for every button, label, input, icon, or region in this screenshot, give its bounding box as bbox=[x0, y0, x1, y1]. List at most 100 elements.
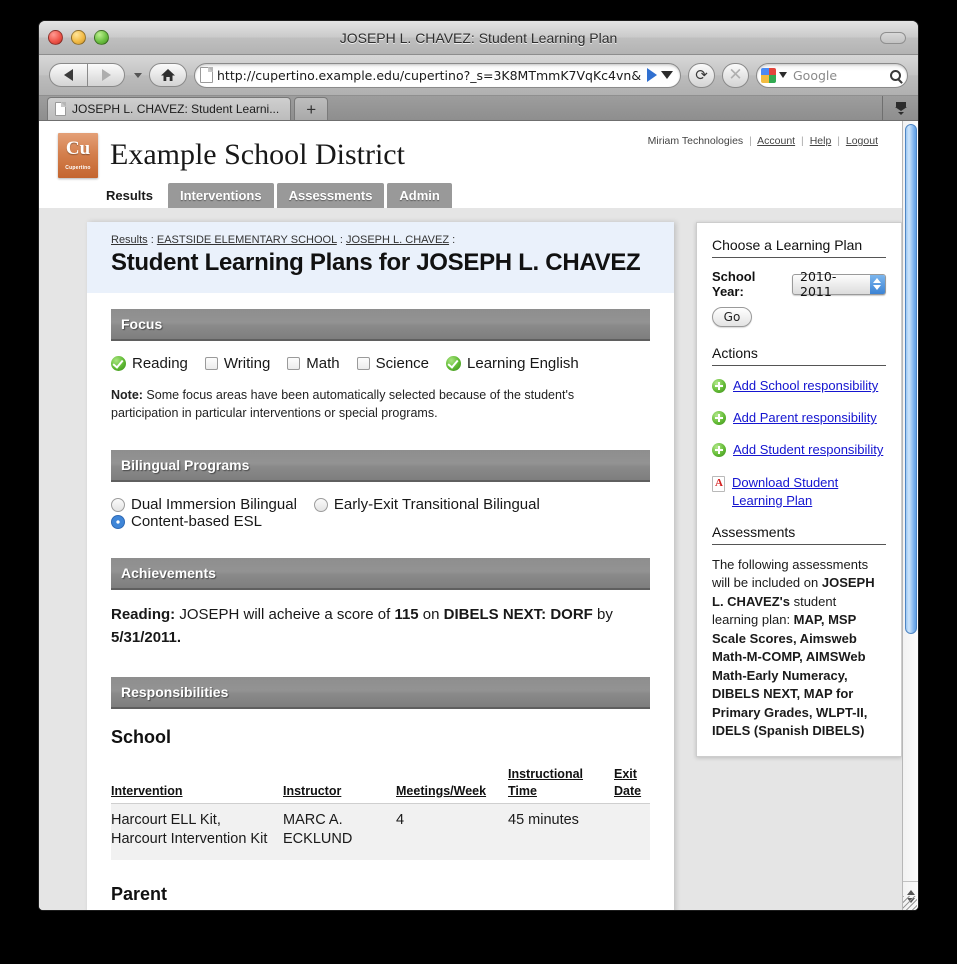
search-input[interactable]: Google bbox=[793, 68, 887, 83]
breadcrumb-school[interactable]: EASTSIDE ELEMENTARY SCHOOL bbox=[157, 234, 337, 246]
bilingual-option-content-based-esl[interactable]: Content-based ESL bbox=[111, 513, 262, 530]
toolbar-toggle-button[interactable] bbox=[880, 32, 906, 44]
bilingual-option-dual-immersion[interactable]: Dual Immersion Bilingual bbox=[111, 496, 297, 513]
account-link[interactable]: Account bbox=[757, 135, 795, 147]
go-button[interactable]: Go bbox=[712, 307, 752, 327]
stop-icon: ✕ bbox=[728, 65, 743, 84]
main-nav: Results Interventions Assessments Admin bbox=[39, 181, 902, 208]
downloads-button[interactable] bbox=[882, 96, 918, 120]
radio-selected-icon bbox=[111, 514, 125, 529]
nav-tab-interventions[interactable]: Interventions bbox=[167, 183, 274, 208]
achievement-subject: Reading: bbox=[111, 606, 176, 624]
tab-title: JOSEPH L. CHAVEZ: Student Learni... bbox=[72, 102, 280, 116]
achievement-score: 115 bbox=[394, 606, 419, 624]
col-intervention[interactable]: Intervention bbox=[111, 766, 283, 804]
scroll-up-icon[interactable] bbox=[906, 890, 915, 895]
main-column: Results : EASTSIDE ELEMENTARY SCHOOL : J… bbox=[87, 222, 674, 910]
action-add-student-responsibility[interactable]: Add Student responsibility bbox=[712, 441, 886, 459]
achievement-statement: Reading: JOSEPH will acheive a score of … bbox=[111, 604, 650, 649]
zoom-button[interactable] bbox=[94, 30, 109, 45]
help-link[interactable]: Help bbox=[810, 135, 832, 147]
forward-button[interactable] bbox=[87, 63, 125, 87]
achievement-text-2: on bbox=[418, 606, 444, 624]
content-columns: Results : EASTSIDE ELEMENTARY SCHOOL : J… bbox=[39, 222, 902, 910]
close-button[interactable] bbox=[48, 30, 63, 45]
logo-abbreviation: Cu bbox=[65, 137, 91, 159]
action-label[interactable]: Add Parent responsibility bbox=[733, 409, 877, 427]
action-label[interactable]: Download Student Learning Plan bbox=[732, 474, 886, 510]
assessments-list: MAP, MSP Scale Scores, Aimsweb Math-M-CO… bbox=[712, 612, 868, 739]
focus-option-math[interactable]: Math bbox=[287, 355, 340, 372]
minimize-button[interactable] bbox=[71, 30, 86, 45]
col-meetings-week[interactable]: Meetings/Week bbox=[396, 766, 508, 804]
responsibilities-parent-heading: Parent bbox=[111, 883, 168, 904]
focus-section-body: Reading Writing Math Science Learning En… bbox=[87, 341, 674, 434]
focus-label-math: Math bbox=[306, 355, 340, 372]
home-button[interactable] bbox=[149, 63, 187, 87]
focus-option-science[interactable]: Science bbox=[356, 355, 429, 372]
focus-label-learning-english: Learning English bbox=[467, 355, 579, 372]
breadcrumb-results[interactable]: Results bbox=[111, 234, 148, 246]
go-arrow-icon[interactable] bbox=[647, 68, 657, 82]
col-exit-date[interactable]: Exit Date bbox=[614, 766, 650, 804]
action-add-parent-responsibility[interactable]: Add Parent responsibility bbox=[712, 409, 886, 427]
plus-circle-icon bbox=[712, 443, 726, 458]
window-controls bbox=[48, 30, 109, 45]
org-name: Miriam Technologies bbox=[647, 135, 744, 147]
nav-tab-admin[interactable]: Admin bbox=[387, 183, 452, 208]
account-separator-3: | bbox=[837, 135, 840, 147]
cell-instructional-time: 45 minutes bbox=[508, 803, 614, 860]
radio-icon bbox=[111, 497, 125, 512]
back-arrow-icon bbox=[64, 69, 73, 81]
window-resize-grip[interactable] bbox=[903, 896, 917, 910]
page-icon bbox=[200, 67, 213, 83]
new-tab-button[interactable]: + bbox=[294, 97, 329, 120]
search-box[interactable]: Google bbox=[756, 62, 908, 88]
logo-caption: Cupertino bbox=[65, 164, 91, 171]
history-dropdown-icon[interactable] bbox=[134, 72, 142, 78]
focus-options: Reading Writing Math Science Learning En… bbox=[111, 355, 650, 372]
page-scrollbar[interactable] bbox=[902, 121, 918, 910]
school-year-select[interactable]: 2010-2011 bbox=[792, 269, 886, 299]
address-bar[interactable]: http://cupertino.example.edu/cupertino?_… bbox=[194, 62, 681, 88]
reload-button[interactable]: ⟳ bbox=[688, 62, 715, 88]
action-label[interactable]: Add School responsibility bbox=[733, 377, 878, 395]
action-download-learning-plan[interactable]: Download Student Learning Plan bbox=[712, 474, 886, 510]
cell-instructor: MARC A. ECKLUND bbox=[283, 803, 396, 860]
account-separator-1: | bbox=[749, 135, 752, 147]
bilingual-options: Dual Immersion Bilingual Early-Exit Tran… bbox=[111, 496, 650, 530]
achievement-assessment: DIBELS NEXT: DORF bbox=[443, 606, 593, 624]
nav-tab-results[interactable]: Results bbox=[94, 183, 165, 208]
col-instructional-time[interactable]: Instructional Time bbox=[508, 766, 614, 804]
logout-link[interactable]: Logout bbox=[846, 135, 878, 147]
bilingual-label-early-exit: Early-Exit Transitional Bilingual bbox=[333, 496, 540, 514]
action-add-school-responsibility[interactable]: Add School responsibility bbox=[712, 377, 886, 395]
url-dropdown-icon[interactable] bbox=[661, 71, 673, 79]
focus-option-reading[interactable]: Reading bbox=[111, 355, 188, 372]
scrollbar-thumb[interactable] bbox=[905, 124, 917, 634]
focus-option-writing[interactable]: Writing bbox=[204, 355, 270, 372]
col-instructor[interactable]: Instructor bbox=[283, 766, 396, 804]
search-engine-dropdown-icon[interactable] bbox=[779, 72, 787, 78]
breadcrumb-student[interactable]: JOSEPH L. CHAVEZ bbox=[346, 234, 449, 246]
checkbox-checked-icon bbox=[111, 356, 126, 371]
browser-window: JOSEPH L. CHAVEZ: Student Learning Plan … bbox=[38, 20, 919, 911]
bilingual-option-early-exit[interactable]: Early-Exit Transitional Bilingual bbox=[313, 496, 540, 514]
focus-note-label: Note: bbox=[111, 388, 143, 402]
table-row: Harcourt ELL Kit, Harcourt Intervention … bbox=[111, 803, 650, 860]
nav-tab-assessments[interactable]: Assessments bbox=[276, 183, 385, 208]
select-stepper-icon bbox=[869, 274, 885, 294]
checkbox-icon bbox=[356, 357, 370, 370]
focus-option-learning-english[interactable]: Learning English bbox=[446, 355, 579, 372]
new-tab-label: + bbox=[306, 99, 317, 119]
section-header-responsibilities: Responsibilities bbox=[111, 677, 650, 710]
back-button[interactable] bbox=[49, 63, 87, 87]
tab-favicon-icon bbox=[55, 102, 66, 116]
browser-tab[interactable]: JOSEPH L. CHAVEZ: Student Learni... bbox=[47, 97, 292, 120]
bilingual-section-body: Dual Immersion Bilingual Early-Exit Tran… bbox=[87, 482, 674, 542]
account-separator-2: | bbox=[801, 135, 804, 147]
action-label[interactable]: Add Student responsibility bbox=[733, 441, 883, 459]
page-content: Cu Cupertino Example School District Mir… bbox=[39, 121, 902, 910]
stop-button[interactable]: ✕ bbox=[722, 62, 749, 88]
url-text: http://cupertino.example.edu/cupertino?_… bbox=[217, 67, 642, 83]
